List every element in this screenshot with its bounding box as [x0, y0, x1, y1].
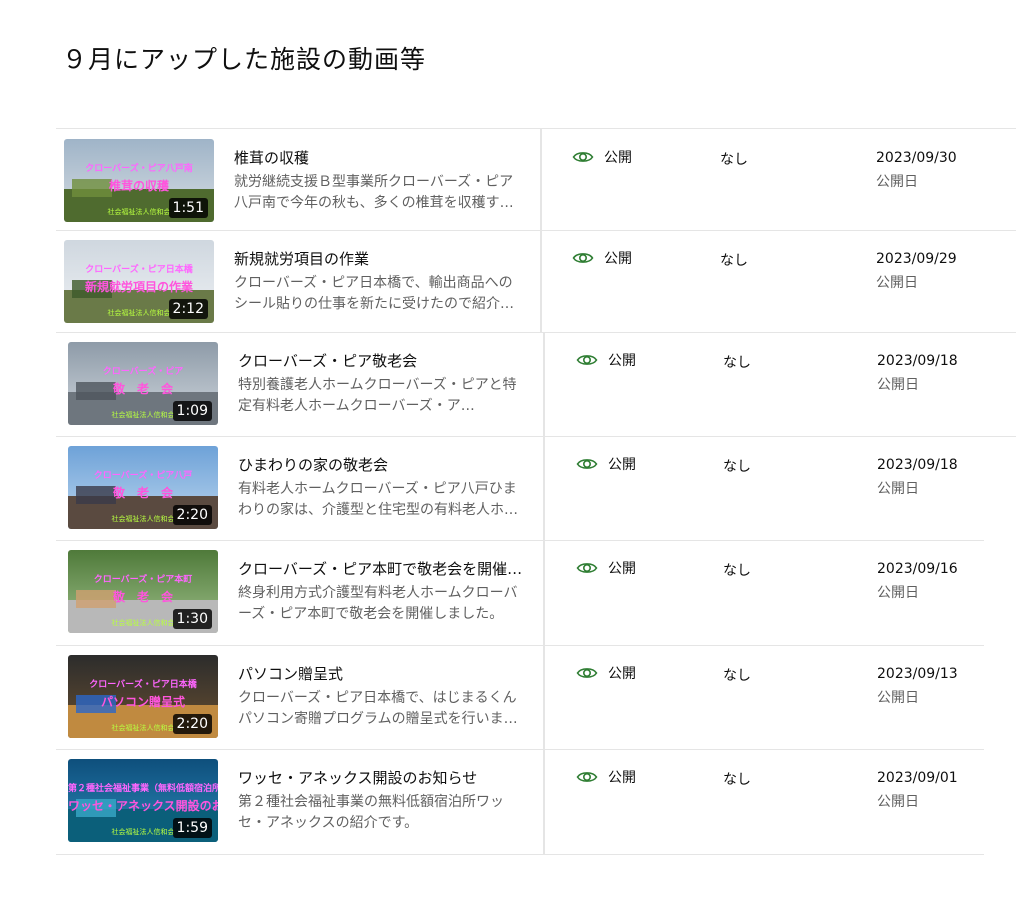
eye-icon [572, 149, 594, 165]
thumbnail-overline: 第２種社会福祉事業（無料低額宿泊所） [68, 784, 218, 794]
visibility-cell[interactable]: 公開 [576, 558, 636, 578]
visibility-cell[interactable]: 公開 [572, 248, 632, 268]
video-table: クローバーズ・ピア八戸南 椎茸の収穫 社会福祉法人信和会 1:51 椎茸の収穫 就労継続支… [0, 0, 1034, 924]
duration-badge: 2:20 [172, 505, 212, 525]
thumbnail-caption: 新規就労項目の作業 [84, 280, 193, 294]
visibility-label: 公開 [608, 561, 636, 577]
publish-date: 2023/09/01 [877, 770, 958, 786]
video-title[interactable]: パソコン贈呈式 [238, 664, 528, 684]
restriction-value: なし [723, 668, 751, 684]
video-description: 終身利用方式介護型有料老人ホームクローバーズ・ピア本町で敬老会を開催しました。 [238, 585, 518, 622]
visibility-label: 公開 [608, 770, 636, 786]
publish-date-label: 公開日 [877, 794, 919, 810]
publish-date: 2023/09/29 [876, 251, 957, 267]
video-thumbnail[interactable]: 第２種社会福祉事業（無料低額宿泊所）ワッセ・アネックス開設のお知らせ社会福祉法人… [68, 759, 218, 842]
restriction-value: なし [723, 772, 751, 788]
video-description: 第２種社会福祉事業の無料低額宿泊所ワッセ・アネックスの紹介です。 [238, 794, 504, 831]
restriction-value: なし [720, 253, 748, 269]
visibility-cell[interactable]: 公開 [576, 767, 636, 787]
duration-badge: 1:51 [168, 198, 208, 218]
video-thumbnail[interactable]: クローバーズ・ピア八戸敬 老 会社会福祉法人信和会 2:20 [68, 446, 218, 529]
publish-date-label: 公開日 [877, 690, 919, 706]
publish-date: 2023/09/30 [876, 150, 957, 166]
duration-badge: 1:09 [172, 401, 212, 421]
visibility-cell[interactable]: 公開 [576, 663, 636, 683]
video-thumbnail[interactable]: クローバーズ・ピア日本橋 パソコン贈呈式 社会福祉法人信和会 2:20 [68, 655, 218, 738]
publish-date: 2023/09/18 [877, 457, 958, 473]
restriction-value: なし [723, 563, 751, 579]
publish-date-label: 公開日 [876, 174, 918, 190]
thumbnail-overline: クローバーズ・ピア日本橋 [89, 680, 197, 690]
thumbnail-overline: クローバーズ・ピア本町 [93, 575, 193, 585]
restriction-value: なし [720, 152, 748, 168]
eye-icon [576, 456, 598, 472]
restriction-value: なし [723, 355, 751, 371]
visibility-label: 公開 [604, 150, 632, 166]
thumbnail-caption: ワッセ・アネックス開設のお知らせ [68, 799, 218, 813]
thumbnail-overline: クローバーズ・ピア八戸 [93, 471, 193, 481]
video-thumbnail[interactable]: クローバーズ・ピア日本橋 新規就労項目の作業 社会福祉法人信和会 2:12 [64, 240, 214, 323]
thumbnail-overline: クローバーズ・ピア日本橋 [85, 265, 193, 275]
video-title[interactable]: クローバーズ・ピア敬老会 [238, 351, 528, 371]
visibility-label: 公開 [608, 353, 636, 369]
publish-date: 2023/09/18 [877, 353, 958, 369]
eye-icon [576, 665, 598, 681]
video-thumbnail[interactable]: クローバーズ・ピア本町敬 老 会社会福祉法人信和会 1:30 [68, 550, 218, 633]
duration-badge: 2:12 [168, 299, 208, 319]
thumbnail-caption: 椎茸の収穫 [108, 179, 169, 193]
publish-date-label: 公開日 [876, 275, 918, 291]
video-title[interactable]: 椎茸の収穫 [234, 148, 524, 168]
restriction-value: なし [723, 459, 751, 475]
video-title[interactable]: クローバーズ・ピア本町で敬老会を開催しました [238, 559, 528, 579]
eye-icon [572, 250, 594, 266]
visibility-cell[interactable]: 公開 [576, 350, 636, 370]
thumbnail-caption: パソコン贈呈式 [100, 695, 185, 709]
publish-date: 2023/09/16 [877, 561, 958, 577]
thumbnail-caption: 敬 老 会 [112, 590, 173, 604]
publish-date-label: 公開日 [877, 481, 919, 497]
eye-icon [576, 560, 598, 576]
thumbnail-overline: クローバーズ・ピア八戸南 [85, 164, 193, 174]
video-thumbnail[interactable]: クローバーズ・ピア敬 老 会社会福祉法人信和会 1:09 [68, 342, 218, 425]
video-description: 特別養護老人ホームクローバーズ・ピアと特定有料老人ホームクローバーズ・ア… [238, 377, 517, 414]
video-description: 就労継続支援Ｂ型事業所クローバーズ・ピア八戸南で今年の秋も、多くの椎茸を収穫する… [234, 174, 514, 211]
row-divider [56, 128, 1016, 129]
video-title[interactable]: 新規就労項目の作業 [234, 249, 524, 269]
thumbnail-caption: 敬 老 会 [112, 382, 173, 396]
thumbnail-overline: クローバーズ・ピア [102, 367, 184, 377]
video-description: 有料老人ホームクローバーズ・ピア八戸ひまわりの家は、介護型と住宅型の有料老人ホー… [238, 481, 518, 518]
visibility-label: 公開 [608, 666, 636, 682]
video-description: クローバーズ・ピア日本橋で、はじまるくんパソコン寄贈プログラムの贈呈式を行いまし… [238, 690, 518, 727]
video-title[interactable]: ワッセ・アネックス開設のお知らせ [238, 768, 528, 788]
video-title[interactable]: ひまわりの家の敬老会 [238, 455, 528, 475]
video-description: クローバーズ・ピア日本橋で、輸出商品へのシール貼りの仕事を新たに受けたので紹介し… [234, 275, 514, 312]
visibility-cell[interactable]: 公開 [572, 147, 632, 167]
duration-badge: 1:30 [172, 609, 212, 629]
publish-date-label: 公開日 [877, 585, 919, 601]
video-thumbnail[interactable]: クローバーズ・ピア八戸南 椎茸の収穫 社会福祉法人信和会 1:51 [64, 139, 214, 222]
visibility-label: 公開 [604, 251, 632, 267]
row-divider [56, 854, 984, 855]
publish-date: 2023/09/13 [877, 666, 958, 682]
duration-badge: 2:20 [172, 714, 212, 734]
publish-date-label: 公開日 [877, 377, 919, 393]
visibility-label: 公開 [608, 457, 636, 473]
thumbnail-caption: 敬 老 会 [112, 486, 173, 500]
eye-icon [576, 352, 598, 368]
duration-badge: 1:59 [172, 818, 212, 838]
eye-icon [576, 769, 598, 785]
visibility-cell[interactable]: 公開 [576, 454, 636, 474]
